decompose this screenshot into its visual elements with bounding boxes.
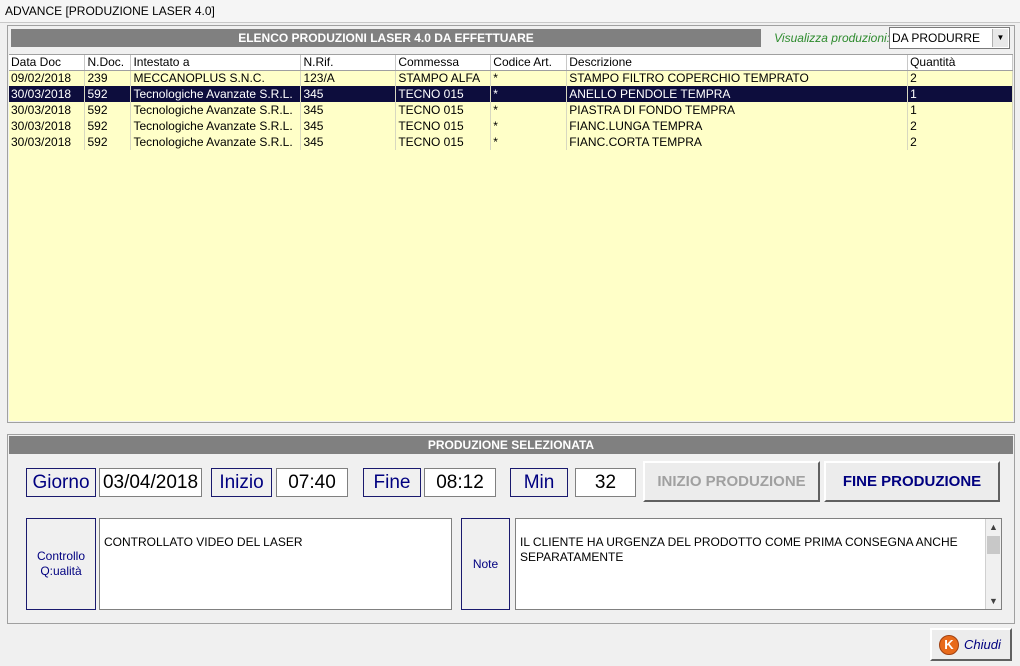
inizio-label: Inizio	[211, 468, 272, 497]
cell: STAMPO FILTRO COPERCHIO TEMPRATO	[566, 70, 909, 86]
col-header[interactable]: Quantità	[907, 55, 1013, 71]
note-text: IL CLIENTE HA URGENZA DEL PRODOTTO COME …	[520, 535, 958, 564]
scroll-up-icon[interactable]: ▲	[986, 519, 1001, 535]
inizio-field[interactable]: 07:40	[276, 468, 348, 497]
list-header: ELENCO PRODUZIONI LASER 4.0 DA EFFETTUAR…	[11, 29, 761, 47]
cell: 592	[84, 102, 132, 118]
cell: *	[490, 102, 568, 118]
col-header[interactable]: Codice Art.	[490, 55, 568, 71]
selected-header: PRODUZIONE SELEZIONATA	[9, 436, 1013, 454]
col-header[interactable]: N.Rif.	[300, 55, 397, 71]
cell: TECNO 015	[395, 86, 492, 102]
scroll-down-icon[interactable]: ▼	[986, 593, 1001, 609]
cell: *	[490, 70, 568, 86]
cell: TECNO 015	[395, 118, 492, 134]
cell: 30/03/2018	[9, 118, 86, 134]
cell: Tecnologiche Avanzate S.R.L.	[130, 134, 302, 150]
cell: 345	[300, 86, 397, 102]
production-table-area[interactable]: Data Doc N.Doc. Intestato a N.Rif. Comme…	[9, 54, 1013, 421]
selected-production-panel: PRODUZIONE SELEZIONATA Giorno 03/04/2018…	[7, 434, 1015, 624]
quality-label: Controllo Q:ualità	[26, 518, 96, 610]
cell: *	[490, 86, 568, 102]
cell: 1	[907, 102, 1013, 118]
cell: MECCANOPLUS S.N.C.	[130, 70, 302, 86]
cell: 592	[84, 118, 132, 134]
min-field[interactable]: 32	[575, 468, 636, 497]
note-text-area[interactable]: IL CLIENTE HA URGENZA DEL PRODOTTO COME …	[515, 518, 1002, 610]
chevron-down-icon[interactable]: ▼	[992, 29, 1008, 47]
table-row[interactable]: 30/03/2018 592 Tecnologiche Avanzate S.R…	[9, 102, 1013, 118]
quality-text: CONTROLLATO VIDEO DEL LASER	[104, 535, 303, 549]
col-header[interactable]: N.Doc.	[84, 55, 132, 71]
cell: 2	[907, 134, 1013, 150]
table-row[interactable]: 30/03/2018 592 Tecnologiche Avanzate S.R…	[9, 118, 1013, 134]
cell: FIANC.CORTA TEMPRA	[566, 134, 909, 150]
cell: *	[490, 118, 568, 134]
cell: 345	[300, 118, 397, 134]
cell: Tecnologiche Avanzate S.R.L.	[130, 102, 302, 118]
min-label: Min	[510, 468, 568, 497]
window-title: ADVANCE [PRODUZIONE LASER 4.0]	[0, 0, 1020, 23]
fine-label: Fine	[363, 468, 421, 497]
cell: STAMPO ALFA	[395, 70, 492, 86]
cell: TECNO 015	[395, 134, 492, 150]
cell: 592	[84, 134, 132, 150]
col-header[interactable]: Descrizione	[566, 55, 909, 71]
cell: Tecnologiche Avanzate S.R.L.	[130, 118, 302, 134]
col-header[interactable]: Intestato a	[130, 55, 302, 71]
cell: 345	[300, 134, 397, 150]
table-row[interactable]: 09/02/2018 239 MECCANOPLUS S.N.C. 123/A …	[9, 70, 1013, 86]
quality-text-area[interactable]: CONTROLLATO VIDEO DEL LASER	[99, 518, 452, 610]
start-production-button[interactable]: INIZIO PRODUZIONE	[643, 461, 820, 502]
end-production-button[interactable]: FINE PRODUZIONE	[824, 461, 1000, 502]
filter-label: Visualizza produzioni:	[774, 31, 890, 45]
col-header[interactable]: Commessa	[395, 55, 492, 71]
cell: 1	[907, 86, 1013, 102]
filter-select[interactable]: DA PRODURRE ▼	[889, 27, 1010, 49]
cell: Tecnologiche Avanzate S.R.L.	[130, 86, 302, 102]
production-list-panel: ELENCO PRODUZIONI LASER 4.0 DA EFFETTUAR…	[7, 25, 1015, 423]
cell: 30/03/2018	[9, 86, 86, 102]
table-row-selected[interactable]: 30/03/2018 592 Tecnologiche Avanzate S.R…	[9, 86, 1013, 102]
giorno-field[interactable]: 03/04/2018	[99, 468, 202, 497]
giorno-label: Giorno	[26, 468, 96, 497]
cell: 123/A	[300, 70, 397, 86]
col-header[interactable]: Data Doc	[9, 55, 86, 71]
cell: 09/02/2018	[9, 70, 86, 86]
table-header-row: Data Doc N.Doc. Intestato a N.Rif. Comme…	[9, 55, 1013, 71]
cell: FIANC.LUNGA TEMPRA	[566, 118, 909, 134]
quality-label-text: Controllo Q:ualità	[36, 549, 86, 578]
filter-value: DA PRODURRE	[892, 31, 981, 45]
table-row[interactable]: 30/03/2018 592 Tecnologiche Avanzate S.R…	[9, 134, 1013, 150]
close-button-label: Chiudi	[964, 637, 1001, 652]
cell: 2	[907, 70, 1013, 86]
cell: 30/03/2018	[9, 134, 86, 150]
close-circle-icon: K	[939, 635, 959, 655]
cell: 2	[907, 118, 1013, 134]
cell: *	[490, 134, 568, 150]
close-button[interactable]: K Chiudi	[930, 628, 1012, 661]
note-scrollbar[interactable]: ▲ ▼	[985, 519, 1001, 609]
cell: TECNO 015	[395, 102, 492, 118]
cell: 345	[300, 102, 397, 118]
cell: PIASTRA DI FONDO TEMPRA	[566, 102, 909, 118]
cell: 592	[84, 86, 132, 102]
cell: ANELLO PENDOLE TEMPRA	[566, 86, 909, 102]
note-label: Note	[461, 518, 510, 610]
scroll-thumb[interactable]	[987, 536, 1000, 554]
production-table: Data Doc N.Doc. Intestato a N.Rif. Comme…	[9, 55, 1013, 150]
cell: 30/03/2018	[9, 102, 86, 118]
cell: 239	[84, 70, 132, 86]
fine-field[interactable]: 08:12	[424, 468, 496, 497]
